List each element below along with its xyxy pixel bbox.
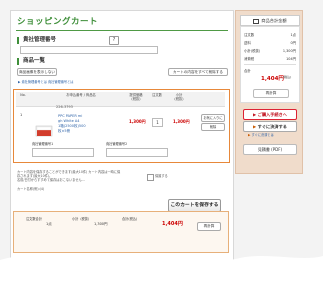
header-unit-price: 提供価格 (税抜) <box>129 93 143 101</box>
product-name-2[interactable]: gh White A4 <box>58 119 79 123</box>
row-no: 1 <box>20 113 23 117</box>
summary-subtotal: 1,300円 <box>94 222 108 226</box>
cart-icon <box>253 18 260 24</box>
summary-recalc-button[interactable]: 再計算 <box>197 222 221 231</box>
product-thumbnail[interactable] <box>35 122 53 137</box>
page-title: ショッピングカート <box>17 17 99 27</box>
unit-price: 1,300円 <box>129 119 146 124</box>
summary-subtotal-label: 小計（税抜） <box>72 217 92 221</box>
side-row-subtotal: 小計(税抜) 1,300円 <box>244 49 296 53</box>
header-name: お申込番号 / 商品名 <box>66 93 96 97</box>
product-name-1[interactable]: PPC PAPER mi <box>58 114 82 118</box>
sidebar-header: 商品合計金額 <box>240 15 300 26</box>
hide-images-button[interactable]: 商品画像を表示しない <box>17 68 57 76</box>
cart-name-label: カート名称(例):(4) <box>17 187 45 191</box>
add-favorite-button[interactable]: お気に入りに <box>201 114 225 122</box>
company-section-title: 貴社管理番号 <box>17 37 56 44</box>
page-root: ショッピングカート 貴社管理番号 ? 商品一覧 商品画像を表示しない カートの内… <box>0 0 323 281</box>
product-code: 226-3793 <box>56 105 73 109</box>
company-number-input[interactable] <box>20 46 158 54</box>
side-row-tax: 消費税 104円 <box>244 57 296 61</box>
side-recalc-button[interactable]: 再計算 <box>253 89 289 98</box>
items-section-title: 商品一覧 <box>17 58 45 65</box>
side-total-label: 合計 <box>244 69 251 73</box>
paper-box-icon <box>35 125 53 137</box>
estimate-pdf-button[interactable]: 見積書 (PDF) <box>243 144 297 155</box>
note-label-1: 貴社管理番号1 <box>32 142 54 146</box>
summary-qty-label: 注文数合計 <box>26 217 42 221</box>
header-no: No. <box>20 93 26 97</box>
product-name-4[interactable]: 枚×5冊 <box>58 129 70 134</box>
summary-total-label: 合計(税込) <box>122 217 138 221</box>
side-total-note: (税込) <box>283 75 292 79</box>
quick-pay-link[interactable]: ▶ すぐに決済とは <box>248 132 274 137</box>
sidebar-header-text: 商品合計金額 <box>261 18 287 23</box>
note-label-2: 貴社管理番号2 <box>106 142 128 146</box>
checkout-button[interactable]: ▶ ご購入手続きへ <box>243 109 297 120</box>
side-row-shipping: 送料 0円 <box>244 41 296 45</box>
side-total-value: 1,404円 <box>261 76 284 82</box>
protect-label: 保護する <box>155 174 168 178</box>
header-subtotal: 小計 (税抜) <box>174 93 184 101</box>
company-number-2-input[interactable] <box>106 148 168 157</box>
table-header <box>16 92 225 107</box>
header-qty: 注文数 <box>152 93 162 97</box>
torn-edge-decoration <box>0 255 323 281</box>
help-icon[interactable]: ? <box>109 36 119 45</box>
title-divider <box>16 30 228 31</box>
row-subtotal: 1,300円 <box>173 119 190 124</box>
protect-checkbox[interactable] <box>147 174 154 181</box>
quick-pay-button[interactable]: ▶ すぐに決済する <box>243 121 297 132</box>
summary-qty: 1点 <box>46 222 52 226</box>
cart-item-box: No. お申込番号 / 商品名 提供価格 (税抜) 注文数 小計 (税抜) 1 … <box>13 89 230 163</box>
save-note-3: 名前/日付からすすめて保存はおこないません... <box>17 178 85 182</box>
company-number-1-input[interactable] <box>32 148 94 157</box>
side-divider <box>244 64 296 65</box>
quantity-input[interactable]: 1 <box>152 118 163 127</box>
clear-cart-button[interactable]: カートの内容をすべて削除する <box>168 68 228 76</box>
company-number-link[interactable]: ▶ 貴社管理番号とは 貴社管理番号とは <box>18 79 73 84</box>
side-row-qty: 注文数 1点 <box>244 33 296 37</box>
order-summary-sidebar: 商品合計金額 注文数 1点 送料 0円 小計(税抜) 1,300円 消費税 104円 合… <box>235 10 303 174</box>
sidebar-totals: 注文数 1点 送料 0円 小計(税抜) 1,300円 消費税 104円 合計 1,404… <box>240 26 300 103</box>
delete-item-button[interactable]: 削除 <box>201 123 225 131</box>
summary-total: 1,404円 <box>162 221 183 227</box>
